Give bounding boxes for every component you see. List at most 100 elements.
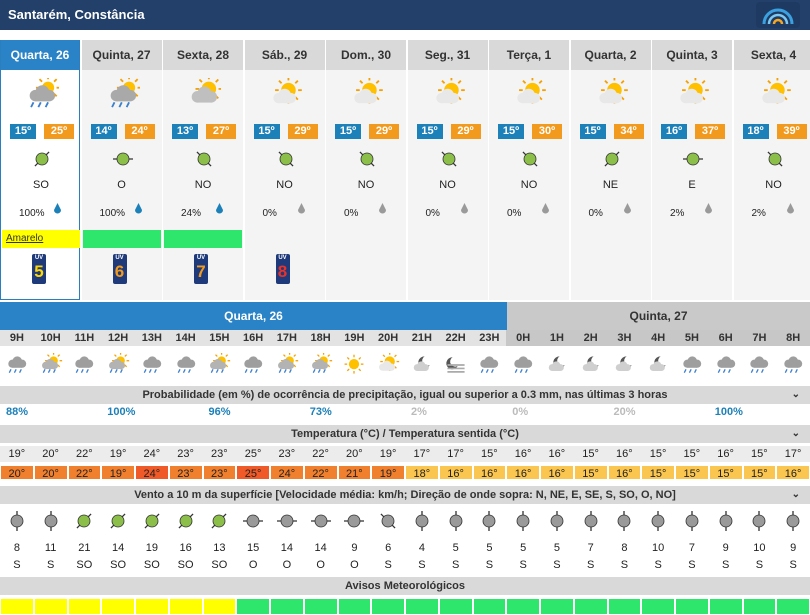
- wind-direction-label: NO: [357, 179, 375, 191]
- day-card[interactable]: Quarta, 26 15º 25º SO 100% Amarelo UV 5: [0, 40, 80, 300]
- warning-cell: [506, 598, 540, 615]
- wind-direction-icon: [709, 507, 743, 535]
- warning-cell: [405, 598, 439, 615]
- day-card[interactable]: Sexta, 4 18º 39º NO 2%: [733, 40, 810, 300]
- feels-like-value: 25°: [236, 465, 270, 480]
- precip-probability: 2%: [670, 208, 685, 219]
- wind-direction-label: O: [117, 179, 126, 191]
- wind-speed-value: 6: [385, 542, 392, 554]
- temp-max: 29º: [287, 124, 318, 139]
- day-card[interactable]: Quinta, 3 16º 37º E 2%: [652, 40, 732, 300]
- wind-direction-icon: [169, 507, 203, 535]
- hour-label: 12H: [108, 332, 129, 344]
- uv-value: 7: [196, 262, 206, 281]
- hour-label: 22H: [445, 332, 466, 344]
- hour-label: 23H: [479, 332, 500, 344]
- warning-cell: [135, 598, 169, 615]
- wind-speed-value: 14: [280, 542, 293, 554]
- wind-speed-value: 5: [520, 542, 527, 554]
- hourly-day-header-2[interactable]: Quinta, 27: [507, 302, 810, 330]
- wind-direction-label: E: [688, 179, 696, 191]
- warning-cell: [101, 598, 135, 615]
- wind-direction-value: S: [384, 559, 392, 571]
- rain-cloud-icon: [0, 347, 34, 380]
- rain-sun-icon: [270, 347, 304, 380]
- feels-like-value: 19°: [371, 465, 405, 480]
- uv-label: UV: [196, 255, 206, 261]
- hour-label: 3H: [607, 330, 642, 346]
- warning-bar[interactable]: Amarelo: [2, 230, 80, 248]
- temperature-value: 17°: [413, 448, 431, 460]
- temperature-value: 16°: [717, 448, 734, 460]
- feels-like-value: 16°: [472, 465, 507, 480]
- wind-speed-value: 19: [145, 542, 158, 554]
- hourly-day-header-1[interactable]: Quarta, 26: [0, 302, 507, 330]
- warning-bar[interactable]: [164, 230, 242, 248]
- chevron-down-icon[interactable]: ⌄: [792, 425, 800, 443]
- temp-max: 37º: [695, 124, 725, 139]
- uv-label: UV: [34, 255, 44, 261]
- chevron-down-icon[interactable]: ⌄: [792, 486, 800, 504]
- uv-value: 5: [34, 262, 44, 281]
- temperature-value: 19°: [109, 448, 127, 460]
- hour-label: 11H: [74, 332, 95, 344]
- day-name[interactable]: Quinta, 27: [81, 40, 162, 70]
- day-name[interactable]: Quarta, 2: [570, 40, 651, 70]
- hour-label: 17H: [276, 332, 297, 344]
- wind-direction-value: S: [688, 559, 696, 571]
- wind-direction-icon: [473, 507, 507, 535]
- day-name[interactable]: Seg., 31: [407, 40, 488, 70]
- hour-label: 20H: [378, 332, 399, 344]
- day-card[interactable]: Terça, 1 15º 30º NO 0%: [489, 40, 569, 300]
- wind-direction-value: S: [620, 559, 629, 571]
- temperature-value: 15°: [582, 448, 599, 460]
- wind-direction-value: SO: [76, 559, 93, 571]
- day-card[interactable]: Sexta, 28 13º 27º NO 24% UV 7: [163, 40, 243, 300]
- rain-cloud-icon: [709, 347, 743, 380]
- wind-direction-value: S: [46, 559, 55, 571]
- sun-cloud-icon: [676, 76, 710, 112]
- wind-speed-value: 14: [314, 542, 327, 554]
- wind-section-header[interactable]: Vento a 10 m da superfície [Velocidade m…: [0, 486, 810, 504]
- temperature-value: 22°: [76, 448, 93, 460]
- warning-cell: [675, 598, 709, 615]
- warning-cell: [573, 598, 608, 615]
- chevron-down-icon[interactable]: ⌄: [792, 386, 800, 404]
- hour-label: 4H: [641, 330, 675, 346]
- day-name[interactable]: Sexta, 28: [163, 40, 243, 70]
- wind-direction-icon: [438, 148, 460, 170]
- rain-cloud-icon: [68, 347, 102, 380]
- warnings-section-header[interactable]: Avisos Meteorológicos: [0, 577, 810, 595]
- warning-label[interactable]: Amarelo: [6, 233, 43, 244]
- feels-like-value: 22°: [67, 465, 102, 480]
- moon-cloud-icon: [608, 347, 642, 380]
- temperature-value: 15°: [751, 448, 768, 460]
- feels-like-value: 18°: [405, 465, 439, 480]
- temp-max: 25º: [44, 124, 74, 139]
- wind-direction-icon: [641, 507, 675, 535]
- day-name[interactable]: Sáb., 29: [244, 40, 325, 70]
- day-name[interactable]: Quinta, 3: [652, 40, 732, 70]
- warning-cell: [472, 598, 507, 615]
- day-name[interactable]: Quarta, 26: [1, 40, 79, 70]
- warning-bar[interactable]: [82, 230, 161, 248]
- wind-direction-value: O: [248, 559, 258, 571]
- day-card[interactable]: Sáb., 29 15º 29º NO 0% UV 8: [244, 40, 325, 300]
- day-card[interactable]: Dom., 30 15º 29º NO 0%: [326, 40, 406, 300]
- day-card[interactable]: Seg., 31 15º 29º NO 0%: [407, 40, 488, 300]
- day-name[interactable]: Terça, 1: [489, 40, 569, 70]
- location-title: Santarém, Constância: [8, 7, 145, 22]
- feels-like-value: 23°: [202, 465, 237, 480]
- ipma-logo-icon[interactable]: [756, 2, 800, 28]
- temp-section-header[interactable]: Temperatura (°C) / Temperatura sentida (…: [0, 425, 810, 443]
- precip-section-header[interactable]: Probabilidade (em %) de ocorrência de pr…: [0, 386, 810, 404]
- temperature-value: 16°: [514, 448, 532, 460]
- rain-sun-icon: [304, 347, 338, 380]
- day-name[interactable]: Dom., 30: [326, 40, 406, 70]
- precip-probability: 100%: [19, 208, 45, 219]
- day-card[interactable]: Quinta, 27 14º 24º O 100% UV 6: [81, 40, 162, 300]
- day-name[interactable]: Sexta, 4: [733, 40, 810, 70]
- temp-min: 15º: [416, 124, 443, 139]
- sun-cloud-icon: [371, 347, 405, 380]
- day-card[interactable]: Quarta, 2 15º 34º NE 0%: [570, 40, 651, 300]
